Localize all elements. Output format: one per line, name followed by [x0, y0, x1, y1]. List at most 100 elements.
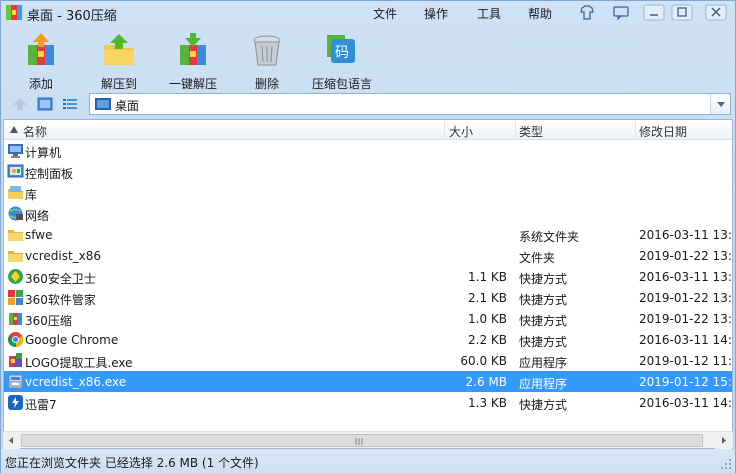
file-type: 快捷方式 — [519, 398, 568, 412]
minimize-button[interactable] — [643, 4, 665, 21]
file-size: 2.1 KB — [468, 291, 507, 305]
scroll-thumb[interactable] — [21, 434, 703, 447]
arrow-left-icon — [9, 437, 13, 444]
list-view-icon[interactable] — [61, 96, 79, 112]
file-name: 控制面板 — [25, 167, 74, 181]
column-modified[interactable]: 修改日期 — [639, 123, 687, 140]
file-name: vcredist_x86 — [25, 249, 102, 263]
sort-up-icon — [10, 126, 18, 133]
one-click-extract-button[interactable]: 一键解压 — [163, 29, 223, 91]
close-button[interactable] — [705, 4, 727, 21]
360-safe-icon — [8, 269, 23, 284]
installer-icon — [8, 374, 23, 389]
computer-icon — [8, 144, 23, 158]
scroll-right-button[interactable] — [715, 432, 732, 449]
table-row[interactable]: 库 — [4, 182, 732, 203]
file-modified: 2019-01-12 15:04 — [639, 375, 732, 389]
table-row[interactable]: 网络 — [4, 203, 732, 224]
archive-language-label: 压缩包语言 — [311, 77, 372, 91]
table-row[interactable]: 360软件管家 2.1 KB 快捷方式 2019-01-22 13:33 — [4, 287, 732, 308]
file-modified: 2016-03-11 14:25 — [639, 396, 732, 410]
title-bar[interactable]: 桌面 - 360压缩 文件 操作 工具 帮助 — [1, 1, 735, 25]
360-zip-icon — [9, 313, 22, 325]
menu-file[interactable]: 文件 — [373, 5, 397, 22]
menu-action[interactable]: 操作 — [424, 5, 448, 22]
archive-language-icon: 码 — [327, 35, 355, 63]
table-row[interactable]: 迅雷7 1.3 KB 快捷方式 2016-03-11 14:25 — [4, 392, 732, 413]
file-name: 360安全卫士 — [25, 272, 96, 286]
file-type: 应用程序 — [519, 377, 568, 391]
file-type: 系统文件夹 — [519, 230, 580, 244]
table-row[interactable]: 控制面板 — [4, 161, 732, 182]
feedback-icon[interactable] — [610, 4, 632, 21]
grip-icon — [355, 438, 363, 445]
column-separator — [635, 120, 636, 140]
file-type: 快捷方式 — [519, 314, 568, 328]
file-type: 文件夹 — [519, 251, 556, 265]
address-row: 桌面 — [1, 91, 735, 119]
file-size: 2.2 KB — [468, 333, 507, 347]
chrome-icon — [7, 332, 24, 348]
table-row[interactable]: sfwe 系统文件夹 2016-03-11 13:18 — [4, 224, 732, 245]
add-button[interactable]: 添加 — [11, 29, 71, 91]
column-size[interactable]: 大小 — [449, 123, 473, 140]
add-archive-icon — [28, 33, 54, 65]
file-modified: 2019-01-22 13:33 — [639, 291, 732, 305]
thunder-icon — [8, 395, 23, 410]
address-dropdown-button[interactable] — [710, 94, 730, 114]
address-path: 桌面 — [115, 99, 140, 113]
table-row[interactable]: 360安全卫士 1.1 KB 快捷方式 2016-03-11 13:55 — [4, 266, 732, 287]
extract-to-button[interactable]: 解压到 — [89, 29, 149, 91]
maximize-button[interactable] — [671, 4, 693, 21]
file-size: 2.6 MB — [465, 375, 507, 389]
file-modified: 2019-01-12 11:57 — [639, 354, 732, 368]
table-row[interactable]: vcredist_x86.exe 2.6 MB 应用程序 2019-01-12 15:… — [4, 371, 732, 392]
window-title: 桌面 - 360压缩 — [27, 9, 117, 24]
one-click-extract-icon — [180, 33, 206, 65]
table-row[interactable]: 360压缩 1.0 KB 快捷方式 2019-01-22 13:40 — [4, 308, 732, 329]
svg-text:码: 码 — [335, 45, 349, 61]
file-name: 计算机 — [25, 146, 62, 160]
menu-help[interactable]: 帮助 — [528, 5, 552, 22]
file-name: Google Chrome — [25, 333, 119, 347]
column-separator — [444, 120, 445, 140]
table-row[interactable]: vcredist_x86 文件夹 2019-01-22 13:41 — [4, 245, 732, 266]
scroll-left-button[interactable] — [3, 432, 20, 449]
folder-icon — [8, 230, 23, 241]
column-type[interactable]: 类型 — [519, 123, 543, 140]
column-separator — [515, 120, 516, 140]
skin-icon[interactable] — [576, 4, 598, 21]
horizontal-scrollbar[interactable] — [3, 431, 733, 449]
column-name[interactable]: 名称 — [23, 123, 47, 140]
file-name: 360软件管家 — [25, 293, 96, 307]
table-row[interactable]: Google Chrome 2.2 KB 快捷方式 2016-03-11 14:20 — [4, 329, 732, 350]
up-folder-icon[interactable] — [11, 96, 29, 112]
file-name: 网络 — [25, 209, 50, 223]
file-name: vcredist_x86.exe — [25, 375, 127, 389]
file-name: 360压缩 — [25, 314, 72, 328]
menu-tools[interactable]: 工具 — [477, 5, 501, 22]
control-panel-icon — [7, 164, 24, 178]
status-text: 您正在浏览文件夹 已经选择 2.6 MB (1 个文件) — [5, 456, 259, 470]
address-bar[interactable]: 桌面 — [89, 93, 731, 115]
one-click-extract-label: 一键解压 — [168, 77, 217, 91]
archive-language-button[interactable]: 码 压缩包语言 — [309, 29, 375, 91]
file-name: 迅雷7 — [25, 398, 57, 412]
folder-icon — [8, 251, 23, 262]
table-row[interactable]: 计算机 — [4, 140, 732, 161]
file-type: 快捷方式 — [519, 335, 568, 349]
extract-to-icon — [104, 34, 134, 65]
file-modified: 2019-01-22 13:41 — [639, 249, 732, 263]
app-window: 桌面 - 360压缩 文件 操作 工具 帮助 添加 解压到 一键解压 删除 码 … — [0, 0, 736, 473]
file-name: 库 — [25, 188, 38, 202]
library-icon — [8, 186, 23, 199]
delete-button[interactable]: 删除 — [237, 29, 297, 91]
file-type: 快捷方式 — [519, 272, 568, 286]
file-modified: 2016-03-11 13:18 — [639, 228, 732, 242]
toolbar: 添加 解压到 一键解压 删除 码 压缩包语言 — [1, 25, 735, 91]
table-row[interactable]: LOGO提取工具.exe 60.0 KB 应用程序 2019-01-12 11:57 — [4, 350, 732, 371]
thumbnail-view-icon[interactable] — [36, 96, 54, 112]
resize-grip-icon[interactable] — [720, 458, 732, 470]
file-modified: 2016-03-11 14:20 — [639, 333, 732, 347]
file-type: 应用程序 — [519, 356, 568, 370]
